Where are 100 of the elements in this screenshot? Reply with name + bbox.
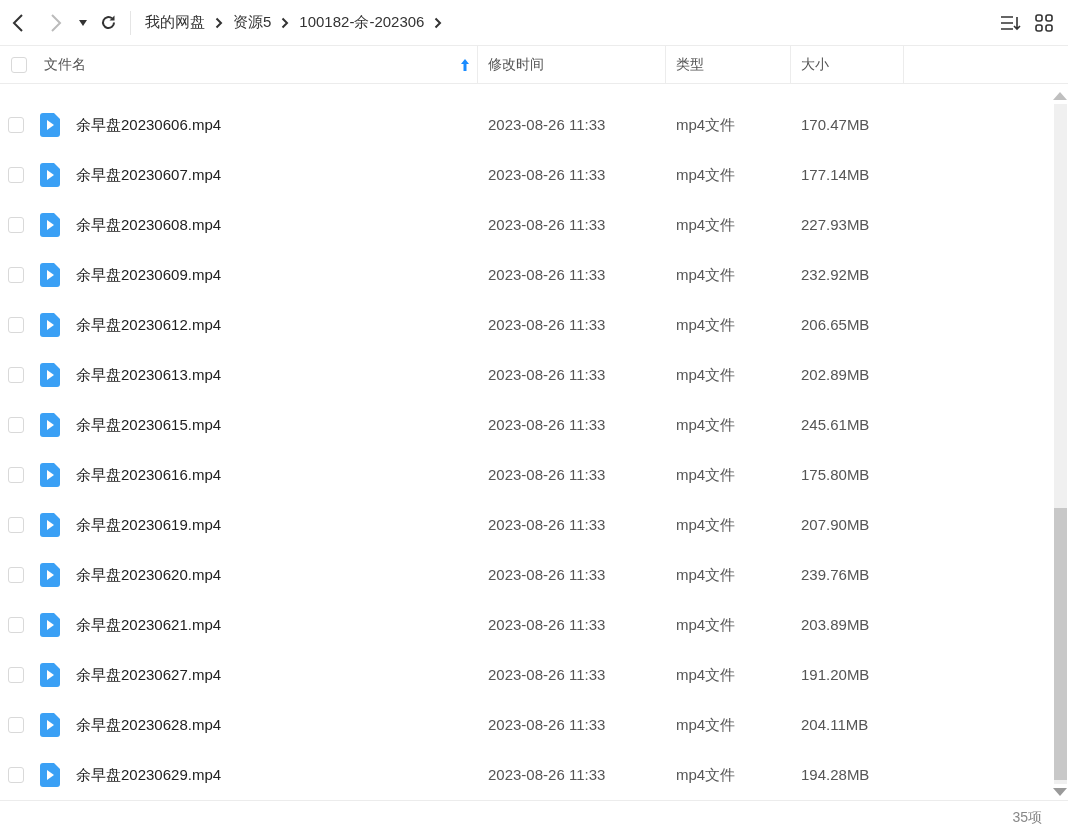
file-type: mp4文件: [676, 115, 736, 133]
file-size: 203.89MB: [801, 615, 870, 633]
file-name[interactable]: 余早盘20230621.mp4: [76, 613, 222, 637]
file-type: mp4文件: [676, 165, 736, 183]
video-file-icon: [40, 663, 60, 687]
row-checkbox[interactable]: [8, 167, 24, 183]
column-header[interactable]: 大小: [791, 46, 904, 83]
grid-view-button[interactable]: [1034, 12, 1054, 33]
column-header[interactable]: 类型: [666, 46, 791, 83]
video-file-icon: [40, 613, 60, 637]
breadcrumb-link[interactable]: 资源5: [233, 11, 272, 34]
file-type: mp4文件: [676, 365, 736, 383]
modified-time: 2023-08-26 11:33: [488, 365, 606, 383]
modified-time: 2023-08-26 11:33: [488, 115, 606, 133]
file-size: 227.93MB: [801, 215, 870, 233]
file-name[interactable]: 余早盘20230628.mp4: [76, 713, 222, 737]
modified-time: 2023-08-26 11:33: [488, 415, 606, 433]
row-checkbox[interactable]: [8, 117, 24, 133]
row-checkbox[interactable]: [8, 717, 24, 733]
file-size: 191.20MB: [801, 665, 870, 683]
modified-time: 2023-08-26 11:33: [488, 615, 606, 633]
file-type: mp4文件: [676, 465, 736, 483]
file-name[interactable]: 余早盘20230619.mp4: [76, 513, 222, 537]
row-checkbox[interactable]: [8, 367, 24, 383]
modified-time: 2023-08-26 11:33: [488, 715, 606, 733]
row-checkbox[interactable]: [8, 317, 24, 333]
file-size: 232.92MB: [801, 265, 870, 283]
column-header[interactable]: 修改时间: [478, 46, 666, 83]
caret-down-icon: [79, 19, 87, 26]
row-checkbox[interactable]: [8, 517, 24, 533]
modified-time: 2023-08-26 11:33: [488, 765, 606, 783]
file-type: mp4文件: [676, 265, 736, 283]
file-name[interactable]: 余早盘20230627.mp4: [76, 663, 222, 687]
file-name[interactable]: 余早盘20230620.mp4: [76, 563, 222, 587]
column-header[interactable]: 文件名: [40, 46, 478, 83]
file-type: mp4文件: [676, 415, 736, 433]
file-name[interactable]: 余早盘20230613.mp4: [76, 363, 222, 387]
file-name[interactable]: 余早盘20230615.mp4: [76, 413, 222, 437]
file-type: mp4文件: [676, 215, 736, 233]
file-type: mp4文件: [676, 715, 736, 733]
file-type: mp4文件: [676, 665, 736, 683]
file-type: mp4文件: [676, 515, 736, 533]
file-name[interactable]: 余早盘20230606.mp4: [76, 113, 222, 137]
video-file-icon: [40, 263, 60, 287]
row-checkbox[interactable]: [8, 617, 24, 633]
file-type: mp4文件: [676, 765, 736, 783]
row-checkbox[interactable]: [8, 267, 24, 283]
modified-time: 2023-08-26 11:33: [488, 465, 606, 483]
chevron-right-icon: [215, 16, 223, 29]
row-checkbox[interactable]: [8, 767, 24, 783]
modified-time: 2023-08-26 11:33: [488, 565, 606, 583]
file-size: 175.80MB: [801, 465, 870, 483]
video-file-icon: [40, 463, 60, 487]
row-checkbox[interactable]: [8, 467, 24, 483]
video-file-icon: [40, 113, 60, 137]
item-count: 35项: [1012, 808, 1042, 827]
scrollbar-thumb[interactable]: [1053, 508, 1067, 780]
file-size: 177.14MB: [801, 165, 870, 183]
file-size: 194.28MB: [801, 765, 870, 783]
breadcrumb-link[interactable]: 100182-余-202306: [299, 11, 425, 34]
scroll-up-arrow[interactable]: [1053, 92, 1067, 100]
file-size: 202.89MB: [801, 365, 870, 383]
row-checkbox[interactable]: [8, 667, 24, 683]
chevron-right-icon: [281, 16, 290, 29]
modified-time: 2023-08-26 11:33: [488, 665, 606, 683]
file-size: 245.61MB: [801, 415, 870, 433]
file-type: mp4文件: [676, 565, 736, 583]
file-name[interactable]: 余早盘20230629.mp4: [76, 763, 222, 787]
select-all-checkbox[interactable]: [11, 56, 27, 73]
modified-time: 2023-08-26 11:33: [488, 315, 606, 333]
file-name[interactable]: 余早盘20230608.mp4: [76, 213, 222, 237]
file-size: 239.76MB: [801, 565, 870, 583]
chevron-right-icon: [434, 16, 443, 29]
file-name[interactable]: 余早盘20230612.mp4: [76, 313, 222, 337]
file-type: mp4文件: [676, 315, 736, 333]
breadcrumb-link[interactable]: 我的网盘: [145, 11, 205, 34]
video-file-icon: [40, 713, 60, 737]
scroll-down-arrow[interactable]: [1053, 788, 1067, 796]
video-file-icon: [40, 513, 60, 537]
row-checkbox[interactable]: [8, 417, 24, 433]
video-file-icon: [40, 163, 60, 187]
file-size: 207.90MB: [801, 515, 870, 533]
video-file-icon: [40, 563, 60, 587]
modified-time: 2023-08-26 11:33: [488, 165, 606, 183]
video-file-icon: [40, 363, 60, 387]
file-size: 204.11MB: [801, 715, 869, 733]
file-name[interactable]: 余早盘20230616.mp4: [76, 463, 222, 487]
video-file-icon: [40, 313, 60, 337]
modified-time: 2023-08-26 11:33: [488, 265, 606, 283]
video-file-icon: [40, 763, 60, 787]
video-file-icon: [40, 413, 60, 437]
file-name[interactable]: 余早盘20230607.mp4: [76, 163, 222, 187]
file-size: 206.65MB: [801, 315, 870, 333]
video-file-icon: [40, 213, 60, 237]
modified-time: 2023-08-26 11:33: [488, 215, 606, 233]
file-name[interactable]: 余早盘20230609.mp4: [76, 263, 222, 287]
file-type: mp4文件: [676, 615, 736, 633]
row-checkbox[interactable]: [8, 217, 24, 233]
row-checkbox[interactable]: [8, 567, 24, 583]
modified-time: 2023-08-26 11:33: [488, 515, 606, 533]
